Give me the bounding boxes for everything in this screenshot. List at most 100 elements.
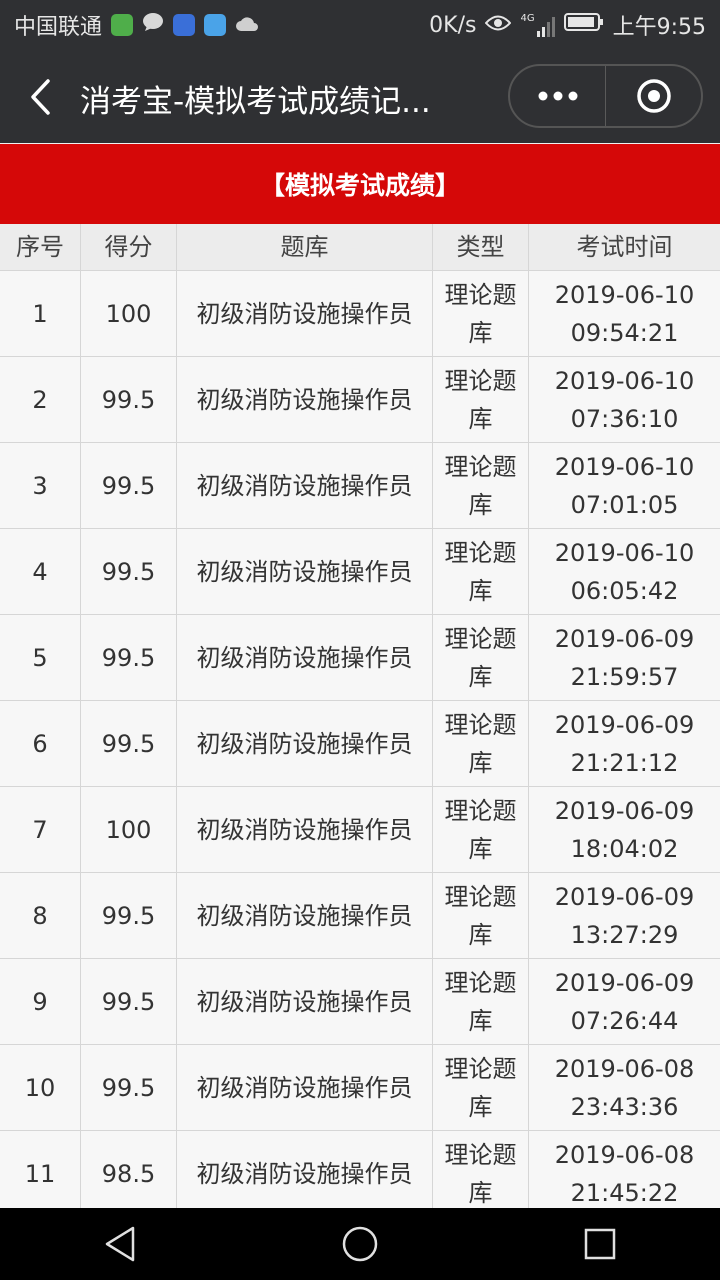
more-button[interactable]	[510, 66, 606, 126]
net-speed: 0K/s	[429, 12, 477, 38]
nav-home-button[interactable]	[330, 1214, 390, 1274]
row-exam-time-text: 2019-06-10 07:36:10	[555, 362, 694, 438]
row-bank: 初级消防设施操作员	[177, 443, 433, 528]
table-row: 5 99.5 初级消防设施操作员 理论题库 2019-06-09 21:59:57	[0, 615, 720, 701]
row-exam-clock: 18:04:02	[570, 834, 679, 863]
row-exam-clock: 23:43:36	[570, 1092, 679, 1121]
row-exam-time-text: 2019-06-09 21:21:12	[555, 706, 694, 782]
header-type: 类型	[433, 224, 529, 270]
status-bar: 中国联通 0K/s 4G 上午9:55	[0, 0, 720, 50]
row-exam-time: 2019-06-09 21:59:57	[529, 615, 720, 700]
row-type: 理论题库	[433, 1131, 529, 1216]
row-exam-clock: 21:45:22	[570, 1178, 679, 1207]
table-row: 2 99.5 初级消防设施操作员 理论题库 2019-06-10 07:36:10	[0, 357, 720, 443]
row-exam-time-text: 2019-06-09 13:27:29	[555, 878, 694, 954]
row-exam-time: 2019-06-09 07:26:44	[529, 959, 720, 1044]
chevron-left-icon	[31, 79, 50, 115]
row-exam-time: 2019-06-08 21:45:22	[529, 1131, 720, 1216]
close-miniprogram-button[interactable]	[606, 66, 701, 126]
table-row: 3 99.5 初级消防设施操作员 理论题库 2019-06-10 07:01:05	[0, 443, 720, 529]
row-type: 理论题库	[433, 1045, 529, 1130]
table-row: 11 98.5 初级消防设施操作员 理论题库 2019-06-08 21:45:22	[0, 1131, 720, 1217]
row-exam-time-text: 2019-06-10 09:54:21	[555, 276, 694, 352]
row-exam-date: 2019-06-09	[554, 796, 695, 825]
row-index: 9	[0, 959, 81, 1044]
row-score: 99.5	[81, 529, 177, 614]
row-exam-clock: 07:26:44	[570, 1006, 679, 1035]
mini-program-capsule	[508, 64, 703, 128]
row-bank: 初级消防设施操作员	[177, 1045, 433, 1130]
row-exam-time-text: 2019-06-10 07:01:05	[555, 448, 694, 524]
clock: 上午9:55	[612, 15, 706, 40]
eye-icon	[485, 13, 512, 38]
header-index: 序号	[0, 224, 81, 270]
row-score: 99.5	[81, 701, 177, 786]
signal-icon: 4G	[520, 13, 555, 37]
page-title: 消考宝-模拟考试成绩记...	[80, 84, 431, 120]
nav-back-button[interactable]	[90, 1214, 150, 1274]
more-dots-icon	[538, 91, 577, 101]
table-row: 1 100 初级消防设施操作员 理论题库 2019-06-10 09:54:21	[0, 271, 720, 357]
row-bank: 初级消防设施操作员	[177, 959, 433, 1044]
header-exam-time: 考试时间	[529, 224, 720, 270]
row-exam-clock: 13:27:29	[570, 920, 679, 949]
scores-table: 序号 得分 题库 类型 考试时间 1 100 初级消防设施操作员 理论题库 2019-0…	[0, 224, 720, 1217]
row-bank: 初级消防设施操作员	[177, 357, 433, 442]
row-exam-date: 2019-06-10	[554, 280, 695, 309]
row-exam-clock: 21:59:57	[570, 662, 679, 691]
header-bank: 题库	[177, 224, 433, 270]
row-index: 4	[0, 529, 81, 614]
row-index: 2	[0, 357, 81, 442]
row-type: 理论题库	[433, 959, 529, 1044]
row-exam-time-text: 2019-06-08 21:45:22	[555, 1136, 694, 1212]
row-bank: 初级消防设施操作员	[177, 529, 433, 614]
row-type: 理论题库	[433, 615, 529, 700]
row-type: 理论题库	[433, 357, 529, 442]
table-row: 7 100 初级消防设施操作员 理论题库 2019-06-09 18:04:02	[0, 787, 720, 873]
row-index: 7	[0, 787, 81, 872]
row-exam-date: 2019-06-09	[554, 710, 695, 739]
row-type: 理论题库	[433, 271, 529, 356]
chat-bubble-icon	[142, 12, 164, 38]
circle-home-icon	[342, 1226, 378, 1262]
row-exam-date: 2019-06-10	[554, 366, 695, 395]
network-type: 4G	[520, 13, 535, 24]
row-bank: 初级消防设施操作员	[177, 271, 433, 356]
table-row: 8 99.5 初级消防设施操作员 理论题库 2019-06-09 13:27:29	[0, 873, 720, 959]
row-score: 98.5	[81, 1131, 177, 1216]
row-type: 理论题库	[433, 873, 529, 958]
section-banner: 【模拟考试成绩】	[0, 144, 720, 224]
square-recents-icon	[584, 1228, 616, 1260]
row-exam-time: 2019-06-09 21:21:12	[529, 701, 720, 786]
row-exam-date: 2019-06-10	[554, 452, 695, 481]
nav-recents-button[interactable]	[570, 1214, 630, 1274]
row-type: 理论题库	[433, 529, 529, 614]
row-exam-time-text: 2019-06-09 18:04:02	[555, 792, 694, 868]
row-exam-date: 2019-06-09	[554, 624, 695, 653]
cloud-icon	[235, 13, 259, 38]
row-score: 99.5	[81, 1045, 177, 1130]
row-exam-clock: 07:36:10	[570, 404, 679, 433]
row-index: 8	[0, 873, 81, 958]
row-exam-time: 2019-06-10 07:36:10	[529, 357, 720, 442]
row-score: 100	[81, 271, 177, 356]
row-exam-date: 2019-06-10	[554, 538, 695, 567]
row-exam-clock: 07:01:05	[570, 490, 679, 519]
paw-app-icon	[173, 14, 196, 36]
row-exam-time-text: 2019-06-08 23:43:36	[555, 1050, 694, 1126]
row-score: 100	[81, 787, 177, 872]
row-index: 5	[0, 615, 81, 700]
row-index: 10	[0, 1045, 81, 1130]
video-app-icon	[111, 14, 134, 36]
table-header-row: 序号 得分 题库 类型 考试时间	[0, 224, 720, 271]
header-score: 得分	[81, 224, 177, 270]
row-score: 99.5	[81, 443, 177, 528]
back-button[interactable]	[18, 72, 62, 122]
row-exam-time: 2019-06-10 07:01:05	[529, 443, 720, 528]
system-navigation-bar	[0, 1208, 720, 1280]
nav-bar: 消考宝-模拟考试成绩记...	[0, 50, 720, 143]
row-type: 理论题库	[433, 443, 529, 528]
row-index: 11	[0, 1131, 81, 1216]
status-right: 0K/s 4G 上午9:55	[429, 9, 706, 41]
row-bank: 初级消防设施操作员	[177, 615, 433, 700]
